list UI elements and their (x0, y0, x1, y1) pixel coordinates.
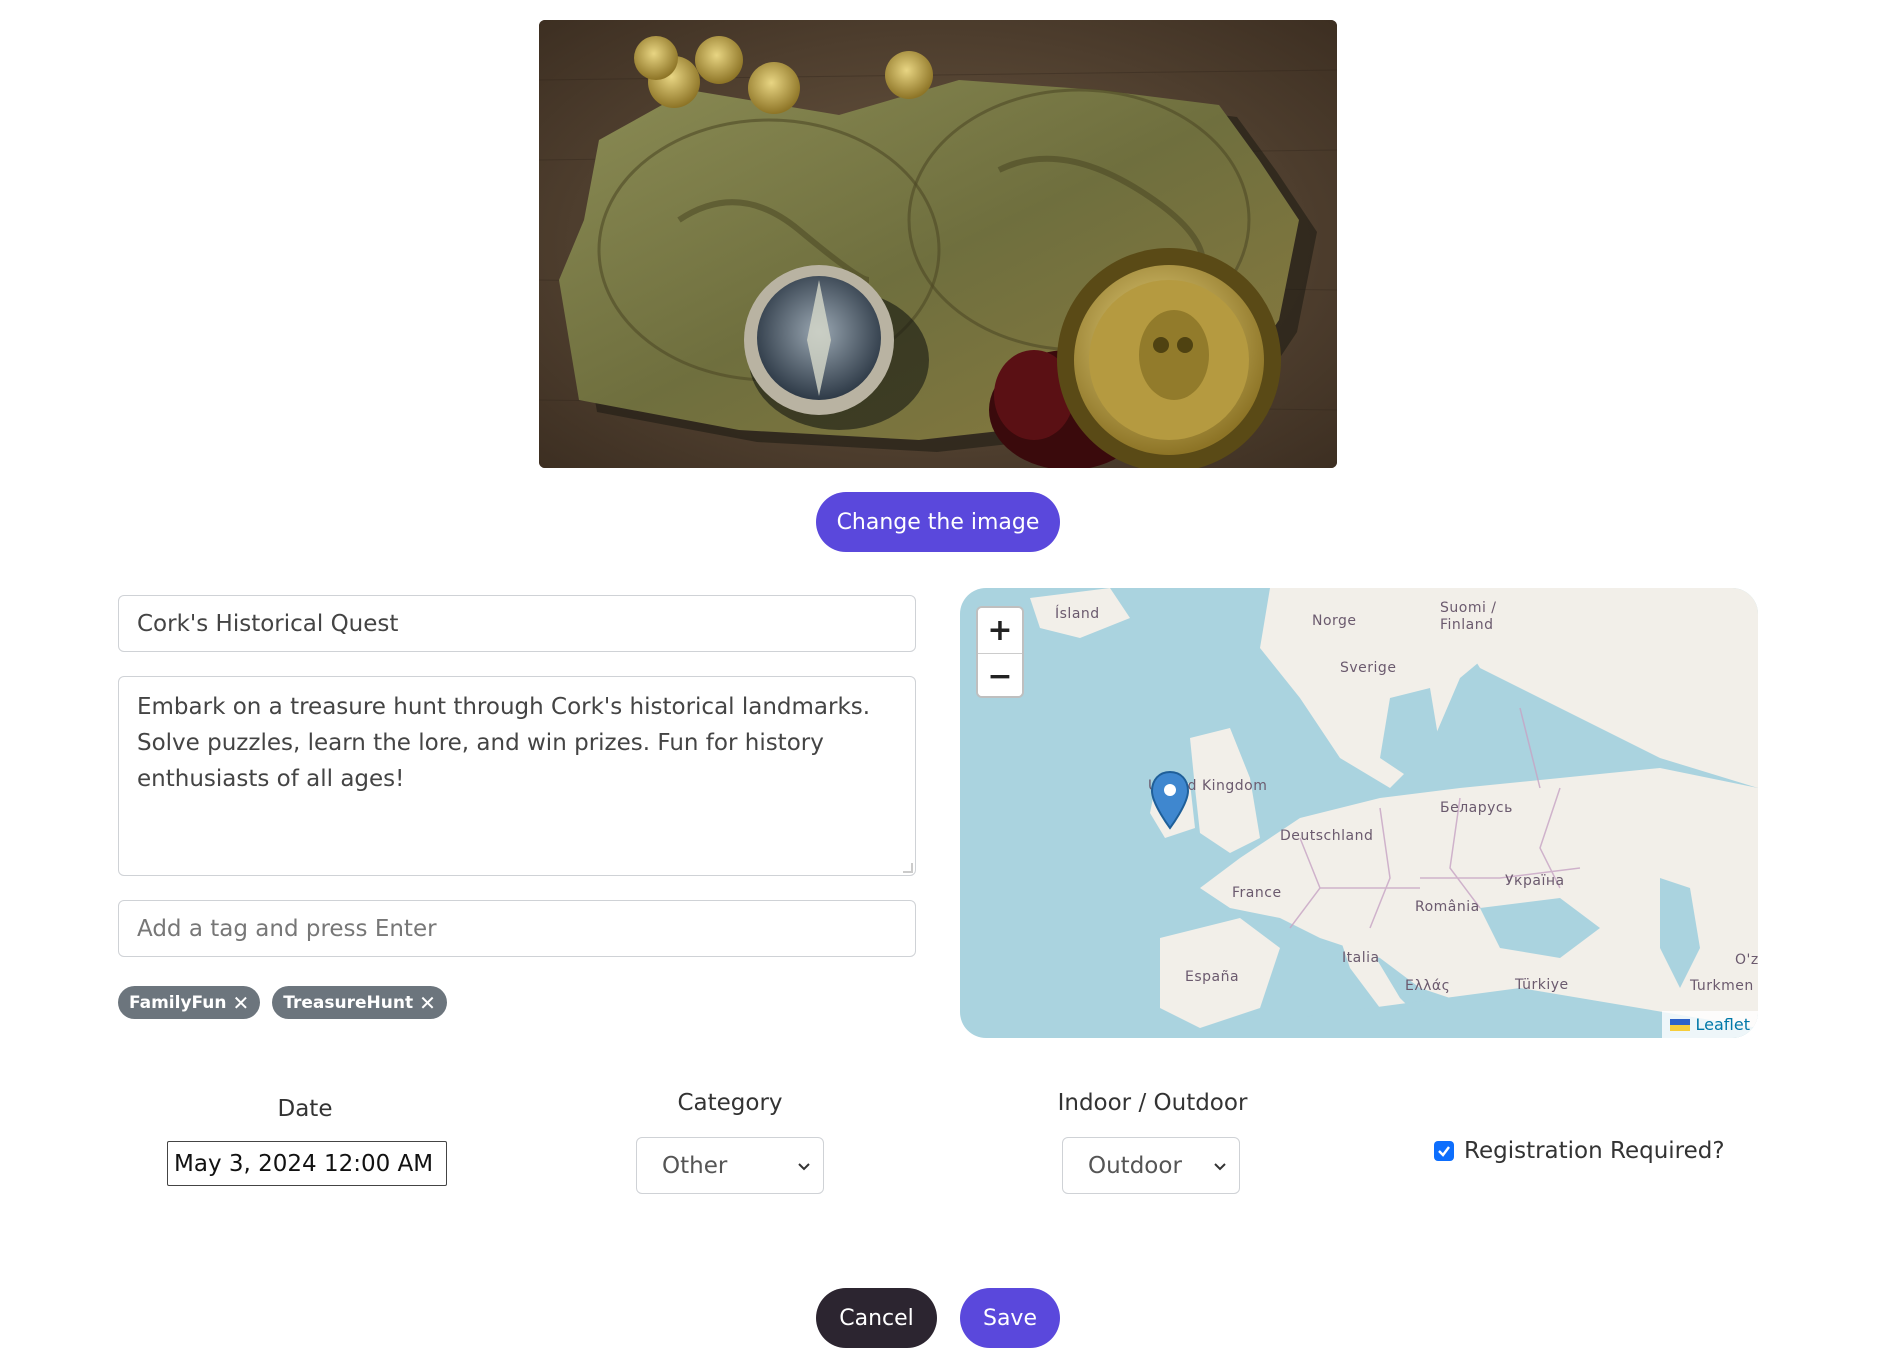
map-tiles (1030, 588, 1758, 1038)
map-label: Turkmen (1690, 978, 1754, 994)
map-label: Suomi / (1440, 600, 1497, 616)
map-label: România (1415, 899, 1480, 915)
indoor-outdoor-label: Indoor / Outdoor (1057, 1090, 1248, 1116)
zoom-in-button[interactable]: + (978, 608, 1022, 653)
event-description-value: Embark on a treasure hunt through Cork's… (137, 694, 871, 792)
tag-input[interactable]: Add a tag and press Enter (118, 900, 916, 957)
map-label: France (1232, 885, 1282, 901)
registration-label: Registration Required? (1464, 1138, 1725, 1164)
map-marker-icon[interactable] (1150, 770, 1190, 830)
resize-handle[interactable] (903, 863, 913, 873)
registration-required[interactable]: Registration Required? (1434, 1138, 1725, 1164)
change-image-button[interactable]: Change the image (816, 492, 1060, 552)
tag-list: FamilyFun ✕ TreasureHunt ✕ (118, 986, 447, 1019)
tag-label: FamilyFun (129, 992, 227, 1013)
map-label: España (1185, 969, 1240, 985)
date-label: Date (277, 1096, 333, 1122)
map-label: Norge (1312, 613, 1357, 629)
leaflet-link[interactable]: Leaflet (1696, 1015, 1750, 1034)
map-label: O'z (1735, 952, 1758, 968)
category-select[interactable]: Other (636, 1137, 824, 1194)
date-value: May 3, 2024 12:00 AM (174, 1150, 434, 1177)
cancel-button[interactable]: Cancel (816, 1288, 937, 1348)
map-label: Italia (1342, 950, 1380, 966)
zoom-out-button[interactable]: − (978, 653, 1022, 696)
event-description-textarea[interactable]: Embark on a treasure hunt through Cork's… (118, 676, 916, 876)
check-icon (1438, 1146, 1450, 1157)
map-label: Ísland (1055, 606, 1100, 622)
date-input[interactable]: May 3, 2024 12:00 AM (167, 1141, 447, 1186)
zoom-control: + − (976, 606, 1024, 698)
map-label: Україна (1505, 873, 1565, 889)
category-value: Other (662, 1152, 728, 1179)
tag-input-placeholder: Add a tag and press Enter (137, 915, 437, 942)
map-label: Беларусь (1440, 800, 1513, 816)
remove-tag-icon[interactable]: ✕ (233, 993, 250, 1013)
map-label: Deutschland (1280, 828, 1374, 844)
chevron-down-icon (1214, 1162, 1226, 1170)
tag-label: TreasureHunt (283, 992, 414, 1013)
indoor-outdoor-select[interactable]: Outdoor (1062, 1137, 1240, 1194)
indoor-outdoor-value: Outdoor (1088, 1152, 1182, 1179)
map-attribution: Leaflet (1661, 1011, 1758, 1038)
map-label: Finland (1440, 617, 1494, 633)
location-map[interactable]: Ísland Norge Suomi / Finland Sverige Uni… (960, 588, 1758, 1038)
tag-chip: FamilyFun ✕ (118, 986, 261, 1019)
map-label: Sverige (1340, 660, 1397, 676)
save-button[interactable]: Save (960, 1288, 1060, 1348)
ukraine-flag-icon (1669, 1018, 1690, 1031)
category-label: Category (677, 1090, 783, 1116)
tag-chip: TreasureHunt ✕ (272, 986, 447, 1019)
remove-tag-icon[interactable]: ✕ (419, 993, 436, 1013)
chevron-down-icon (798, 1162, 810, 1170)
map-label: Ελλάς (1405, 978, 1451, 994)
event-title-input[interactable]: Cork's Historical Quest (118, 595, 916, 652)
registration-checkbox[interactable] (1434, 1141, 1454, 1161)
event-image (539, 20, 1337, 468)
map-label: Türkiye (1515, 977, 1569, 993)
event-title-value: Cork's Historical Quest (137, 610, 399, 637)
